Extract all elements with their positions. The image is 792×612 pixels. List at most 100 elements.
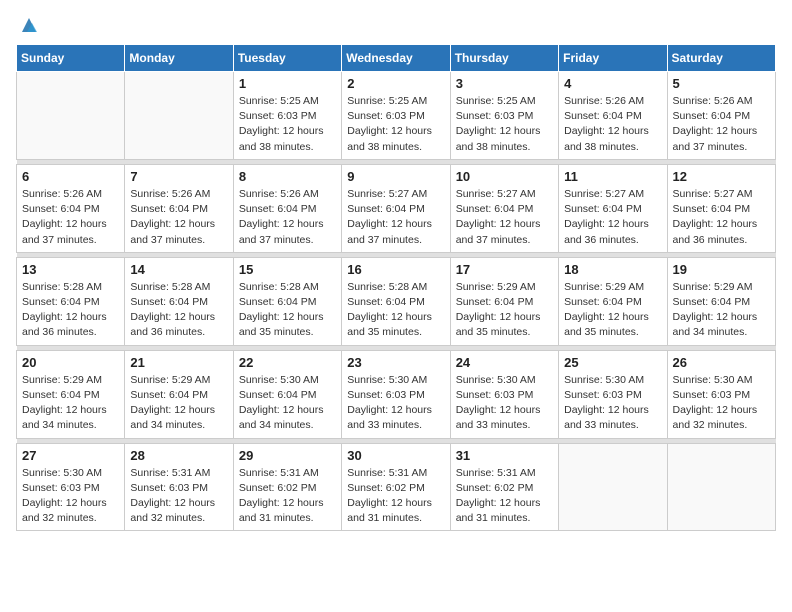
day-info: Sunrise: 5:31 AMSunset: 6:02 PMDaylight:… xyxy=(239,466,336,527)
calendar-cell: 10Sunrise: 5:27 AMSunset: 6:04 PMDayligh… xyxy=(450,164,558,252)
day-info: Sunrise: 5:27 AMSunset: 6:04 PMDaylight:… xyxy=(347,187,444,248)
calendar-cell xyxy=(17,72,125,160)
day-info: Sunrise: 5:31 AMSunset: 6:03 PMDaylight:… xyxy=(130,466,227,527)
day-number: 22 xyxy=(239,355,336,370)
day-number: 10 xyxy=(456,169,553,184)
day-info: Sunrise: 5:26 AMSunset: 6:04 PMDaylight:… xyxy=(673,94,770,155)
page-header xyxy=(16,16,776,36)
calendar-table: SundayMondayTuesdayWednesdayThursdayFrid… xyxy=(16,44,776,531)
day-info: Sunrise: 5:28 AMSunset: 6:04 PMDaylight:… xyxy=(347,280,444,341)
day-number: 19 xyxy=(673,262,770,277)
logo-icon xyxy=(18,14,40,36)
calendar-cell: 12 Sunrise: 5:27 AMSunset: 6:04 PMDayligh… xyxy=(667,164,775,252)
day-number: 8 xyxy=(239,169,336,184)
day-number: 1 xyxy=(239,76,336,91)
day-number: 23 xyxy=(347,355,444,370)
day-info: Sunrise: 5:25 AMSunset: 6:03 PMDaylight:… xyxy=(347,94,444,155)
calendar-cell: 16 Sunrise: 5:28 AMSunset: 6:04 PMDayligh… xyxy=(342,257,450,345)
day-number: 17 xyxy=(456,262,553,277)
col-header-sunday: Sunday xyxy=(17,45,125,72)
day-number: 20 xyxy=(22,355,119,370)
day-info: Sunrise: 5:29 AMSunset: 6:04 PMDaylight:… xyxy=(673,280,770,341)
day-number: 28 xyxy=(130,448,227,463)
day-info: Sunrise: 5:25 AMSunset: 6:03 PMDaylight:… xyxy=(239,94,336,155)
day-number: 11 xyxy=(564,169,661,184)
day-number: 30 xyxy=(347,448,444,463)
day-info: Sunrise: 5:30 AMSunset: 6:03 PMDaylight:… xyxy=(347,373,444,434)
day-info: Sunrise: 5:29 AMSunset: 6:04 PMDaylight:… xyxy=(564,280,661,341)
calendar-week-1: 1 Sunrise: 5:25 AMSunset: 6:03 PMDaylight… xyxy=(17,72,776,160)
day-number: 25 xyxy=(564,355,661,370)
calendar-cell: 13 Sunrise: 5:28 AMSunset: 6:04 PMDayligh… xyxy=(17,257,125,345)
day-info: Sunrise: 5:30 AMSunset: 6:03 PMDaylight:… xyxy=(673,373,770,434)
day-number: 2 xyxy=(347,76,444,91)
calendar-cell: 21 Sunrise: 5:29 AMSunset: 6:04 PMDayligh… xyxy=(125,350,233,438)
calendar-cell: 2 Sunrise: 5:25 AMSunset: 6:03 PMDaylight… xyxy=(342,72,450,160)
calendar-cell: 11 Sunrise: 5:27 AMSunset: 6:04 PMDayligh… xyxy=(559,164,667,252)
calendar-cell: 26Sunrise: 5:30 AMSunset: 6:03 PMDayligh… xyxy=(667,350,775,438)
day-info: Sunrise: 5:27 AMSunset: 6:04 PMDaylight:… xyxy=(564,187,661,248)
calendar-cell xyxy=(559,443,667,531)
calendar-cell xyxy=(125,72,233,160)
calendar-cell: 20 Sunrise: 5:29 AMSunset: 6:04 PMDayligh… xyxy=(17,350,125,438)
day-info: Sunrise: 5:30 AMSunset: 6:03 PMDaylight:… xyxy=(456,373,553,434)
col-header-friday: Friday xyxy=(559,45,667,72)
calendar-cell: 18Sunrise: 5:29 AMSunset: 6:04 PMDayligh… xyxy=(559,257,667,345)
calendar-cell: 1 Sunrise: 5:25 AMSunset: 6:03 PMDaylight… xyxy=(233,72,341,160)
day-info: Sunrise: 5:26 AMSunset: 6:04 PMDaylight:… xyxy=(22,187,119,248)
day-number: 31 xyxy=(456,448,553,463)
day-info: Sunrise: 5:31 AMSunset: 6:02 PMDaylight:… xyxy=(347,466,444,527)
day-number: 29 xyxy=(239,448,336,463)
day-info: Sunrise: 5:30 AMSunset: 6:03 PMDaylight:… xyxy=(564,373,661,434)
day-number: 3 xyxy=(456,76,553,91)
calendar-cell: 23 Sunrise: 5:30 AMSunset: 6:03 PMDayligh… xyxy=(342,350,450,438)
day-number: 27 xyxy=(22,448,119,463)
day-number: 9 xyxy=(347,169,444,184)
day-info: Sunrise: 5:26 AMSunset: 6:04 PMDaylight:… xyxy=(239,187,336,248)
calendar-cell: 9 Sunrise: 5:27 AMSunset: 6:04 PMDaylight… xyxy=(342,164,450,252)
calendar-cell: 6 Sunrise: 5:26 AMSunset: 6:04 PMDaylight… xyxy=(17,164,125,252)
calendar-week-4: 20 Sunrise: 5:29 AMSunset: 6:04 PMDayligh… xyxy=(17,350,776,438)
day-number: 16 xyxy=(347,262,444,277)
day-number: 13 xyxy=(22,262,119,277)
day-number: 14 xyxy=(130,262,227,277)
day-info: Sunrise: 5:30 AMSunset: 6:03 PMDaylight:… xyxy=(22,466,119,527)
col-header-tuesday: Tuesday xyxy=(233,45,341,72)
day-info: Sunrise: 5:29 AMSunset: 6:04 PMDaylight:… xyxy=(456,280,553,341)
calendar-cell: 3 Sunrise: 5:25 AMSunset: 6:03 PMDaylight… xyxy=(450,72,558,160)
day-info: Sunrise: 5:25 AMSunset: 6:03 PMDaylight:… xyxy=(456,94,553,155)
col-header-monday: Monday xyxy=(125,45,233,72)
day-number: 5 xyxy=(673,76,770,91)
day-info: Sunrise: 5:29 AMSunset: 6:04 PMDaylight:… xyxy=(130,373,227,434)
calendar-cell: 7Sunrise: 5:26 AMSunset: 6:04 PMDaylight… xyxy=(125,164,233,252)
day-number: 24 xyxy=(456,355,553,370)
day-number: 21 xyxy=(130,355,227,370)
day-info: Sunrise: 5:27 AMSunset: 6:04 PMDaylight:… xyxy=(673,187,770,248)
calendar-cell: 5 Sunrise: 5:26 AMSunset: 6:04 PMDaylight… xyxy=(667,72,775,160)
calendar-cell: 8 Sunrise: 5:26 AMSunset: 6:04 PMDaylight… xyxy=(233,164,341,252)
day-number: 7 xyxy=(130,169,227,184)
calendar-cell xyxy=(667,443,775,531)
calendar-cell: 14 Sunrise: 5:28 AMSunset: 6:04 PMDayligh… xyxy=(125,257,233,345)
calendar-cell: 24 Sunrise: 5:30 AMSunset: 6:03 PMDayligh… xyxy=(450,350,558,438)
calendar-cell: 4 Sunrise: 5:26 AMSunset: 6:04 PMDaylight… xyxy=(559,72,667,160)
day-info: Sunrise: 5:31 AMSunset: 6:02 PMDaylight:… xyxy=(456,466,553,527)
col-header-saturday: Saturday xyxy=(667,45,775,72)
day-number: 12 xyxy=(673,169,770,184)
day-info: Sunrise: 5:26 AMSunset: 6:04 PMDaylight:… xyxy=(564,94,661,155)
calendar-cell: 31 Sunrise: 5:31 AMSunset: 6:02 PMDayligh… xyxy=(450,443,558,531)
calendar-cell: 15 Sunrise: 5:28 AMSunset: 6:04 PMDayligh… xyxy=(233,257,341,345)
logo xyxy=(16,16,40,36)
day-number: 6 xyxy=(22,169,119,184)
col-header-wednesday: Wednesday xyxy=(342,45,450,72)
day-info: Sunrise: 5:30 AMSunset: 6:04 PMDaylight:… xyxy=(239,373,336,434)
day-info: Sunrise: 5:28 AMSunset: 6:04 PMDaylight:… xyxy=(239,280,336,341)
calendar-week-2: 6 Sunrise: 5:26 AMSunset: 6:04 PMDaylight… xyxy=(17,164,776,252)
calendar-cell: 22 Sunrise: 5:30 AMSunset: 6:04 PMDayligh… xyxy=(233,350,341,438)
day-info: Sunrise: 5:28 AMSunset: 6:04 PMDaylight:… xyxy=(22,280,119,341)
day-number: 15 xyxy=(239,262,336,277)
calendar-cell: 29 Sunrise: 5:31 AMSunset: 6:02 PMDayligh… xyxy=(233,443,341,531)
day-info: Sunrise: 5:29 AMSunset: 6:04 PMDaylight:… xyxy=(22,373,119,434)
day-info: Sunrise: 5:28 AMSunset: 6:04 PMDaylight:… xyxy=(130,280,227,341)
day-number: 4 xyxy=(564,76,661,91)
